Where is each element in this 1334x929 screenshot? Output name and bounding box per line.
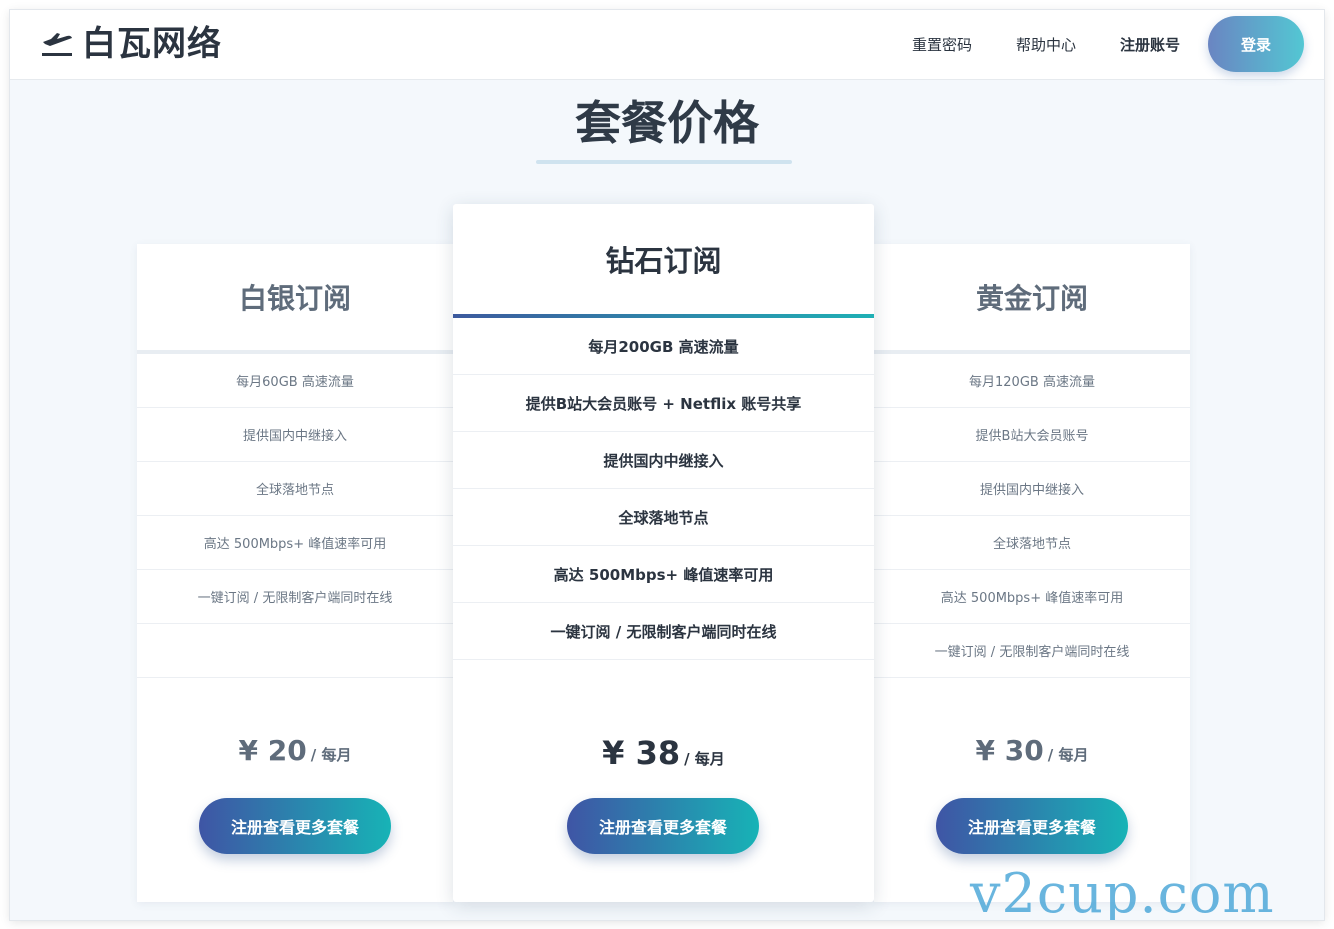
plan-period: / 每月 [1047, 746, 1089, 764]
feature-item: 提供B站大会员账号 [874, 408, 1190, 462]
plan-period: / 每月 [684, 750, 725, 768]
price-block: ¥ 38 / 每月 [453, 734, 874, 772]
feature-item: 一键订阅 / 无限制客户端同时在线 [137, 570, 453, 624]
watermark: v2cup.com [970, 862, 1275, 920]
plan-card-gold: 黄金订阅 每月120GB 高速流量 提供B站大会员账号 提供国内中继接入 全球落… [874, 244, 1190, 902]
plan-period: / 每月 [310, 746, 352, 764]
brand-name: 白瓦网络 [82, 24, 222, 64]
feature-item: 提供国内中继接入 [137, 408, 453, 462]
feature-item: 高达 500Mbps+ 峰值速率可用 [137, 516, 453, 570]
plan-price: ¥ 30 [975, 734, 1044, 767]
plan-name: 白银订阅 [238, 282, 351, 315]
login-button[interactable]: 登录 [1208, 16, 1304, 72]
nav-register[interactable]: 注册账号 [1120, 34, 1180, 55]
feature-item: 提供国内中继接入 [874, 462, 1190, 516]
feature-item: 每月120GB 高速流量 [874, 354, 1190, 408]
feature-item: 提供国内中继接入 [453, 432, 874, 489]
plan-price: ¥ 20 [238, 734, 307, 767]
feature-list: 每月120GB 高速流量 提供B站大会员账号 提供国内中继接入 全球落地节点 高… [874, 354, 1190, 678]
top-nav: 重置密码 帮助中心 注册账号 登录 [912, 16, 1304, 72]
feature-list: 每月60GB 高速流量 提供国内中继接入 全球落地节点 高达 500Mbps+ … [137, 354, 453, 678]
plan-card-diamond: 钻石订阅 每月200GB 高速流量 提供B站大会员账号 + Netflix 账号… [453, 204, 874, 902]
airplane-departure-icon [42, 33, 72, 56]
feature-item: 每月200GB 高速流量 [453, 318, 874, 375]
feature-item: 提供B站大会员账号 + Netflix 账号共享 [453, 375, 874, 432]
feature-item-empty [137, 624, 453, 678]
register-more-plans-button[interactable]: 注册查看更多套餐 [567, 798, 759, 854]
register-more-plans-button[interactable]: 注册查看更多套餐 [936, 798, 1128, 854]
feature-item: 一键订阅 / 无限制客户端同时在线 [453, 603, 874, 660]
nav-help-center[interactable]: 帮助中心 [1016, 34, 1076, 55]
navbar: 白瓦网络 重置密码 帮助中心 注册账号 登录 [10, 10, 1324, 80]
title-underline [536, 160, 792, 164]
nav-reset-password[interactable]: 重置密码 [912, 34, 972, 55]
feature-list: 每月200GB 高速流量 提供B站大会员账号 + Netflix 账号共享 提供… [453, 318, 874, 660]
feature-item: 全球落地节点 [874, 516, 1190, 570]
feature-item: 全球落地节点 [453, 489, 874, 546]
plan-header: 白银订阅 [137, 244, 453, 354]
plan-name: 钻石订阅 [605, 244, 722, 278]
feature-item: 全球落地节点 [137, 462, 453, 516]
register-more-plans-button[interactable]: 注册查看更多套餐 [199, 798, 391, 854]
plan-header: 钻石订阅 [453, 204, 874, 314]
plan-header: 黄金订阅 [874, 244, 1190, 354]
feature-item: 高达 500Mbps+ 峰值速率可用 [874, 570, 1190, 624]
feature-item: 每月60GB 高速流量 [137, 354, 453, 408]
plan-price: ¥ 38 [602, 734, 681, 772]
feature-item: 一键订阅 / 无限制客户端同时在线 [874, 624, 1190, 678]
plan-card-silver: 白银订阅 每月60GB 高速流量 提供国内中继接入 全球落地节点 高达 500M… [137, 244, 453, 902]
feature-item: 高达 500Mbps+ 峰值速率可用 [453, 546, 874, 603]
brand-logo[interactable]: 白瓦网络 [40, 24, 222, 64]
section-title: 套餐价格 [575, 96, 759, 150]
page: 白瓦网络 重置密码 帮助中心 注册账号 登录 套餐价格 白银订阅 每月60GB … [10, 10, 1324, 920]
price-block: ¥ 30 / 每月 [874, 734, 1190, 767]
price-block: ¥ 20 / 每月 [137, 734, 453, 767]
plan-name: 黄金订阅 [975, 282, 1088, 315]
